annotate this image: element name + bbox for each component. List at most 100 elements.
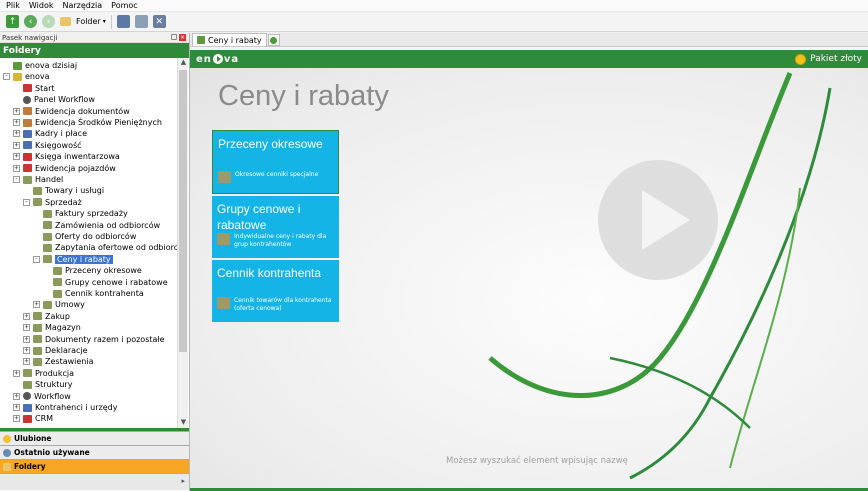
navigation-sections: Ulubione Ostatnio używane Foldery ▸ <box>0 428 189 491</box>
pin-icon[interactable] <box>171 34 177 40</box>
ledger-icon <box>23 141 32 150</box>
tree-item[interactable]: + Umowy <box>33 299 85 310</box>
tree-item[interactable]: + Produkcja <box>13 368 74 379</box>
navigation-pane-title: Pasek nawigacji <box>2 33 58 42</box>
configure-sections-icon[interactable]: ▸ <box>181 477 185 485</box>
enova-logo: en va <box>196 53 240 65</box>
tree-item[interactable]: + Ewidencja pojazdów <box>13 163 116 174</box>
up-arrow-icon[interactable]: ↑ <box>6 15 19 28</box>
tree-item[interactable]: + Zakup <box>23 311 70 322</box>
section-ulubione[interactable]: Ulubione <box>0 431 189 445</box>
tree-item[interactable]: + Zestawienia <box>23 356 94 367</box>
tree-item-label: Oferty do odbiorców <box>55 232 137 241</box>
tree-item[interactable]: + Kontrahenci i urzędy <box>13 402 117 413</box>
section-foldery[interactable]: Foldery <box>0 459 189 473</box>
tree-scrollbar[interactable]: ▲ ▼ <box>177 58 188 428</box>
chevron-down-icon[interactable]: ▾ <box>103 18 106 25</box>
expand-icon[interactable]: + <box>23 358 30 366</box>
tree-item[interactable]: + Ewidencja Środków Pieniężnych <box>13 117 162 128</box>
menu-narzedzia[interactable]: Narzędzia <box>62 1 102 10</box>
expand-icon[interactable]: + <box>13 153 20 161</box>
expand-icon[interactable]: + <box>13 369 20 377</box>
tile-przeceny-okresowe[interactable]: Przeceny okresowe Okresowe cenniki specj… <box>212 130 339 194</box>
tree-item[interactable]: Struktury <box>13 379 72 390</box>
expand-icon[interactable]: + <box>13 404 20 411</box>
folder-icon <box>60 17 71 26</box>
tree-item[interactable]: + Kadry i płace <box>13 128 87 139</box>
tree-item[interactable]: enova dzisiaj <box>3 60 77 71</box>
collapse-icon[interactable]: - <box>33 255 40 263</box>
tree-item[interactable]: Panel Workflow <box>13 94 95 105</box>
expand-icon[interactable]: + <box>13 119 20 126</box>
collapse-icon[interactable]: - <box>23 198 30 206</box>
tree-item[interactable]: + Ewidencja dokumentów <box>13 106 130 117</box>
forward-icon[interactable]: › <box>42 15 55 28</box>
tree-item[interactable]: + Deklaracje <box>23 345 88 356</box>
package-badge[interactable]: Pakiet złoty <box>795 53 862 65</box>
layout-icon[interactable] <box>134 15 148 28</box>
tree-item[interactable]: + CRM <box>13 413 53 424</box>
tree-item[interactable]: Cennik kontrahenta <box>43 288 144 299</box>
green-swoosh <box>629 87 832 480</box>
expand-icon[interactable]: + <box>13 141 20 149</box>
collapse-icon[interactable]: - <box>3 73 10 81</box>
scrollbar-thumb[interactable] <box>179 70 187 352</box>
tree-item[interactable]: Zapytania ofertowe od odbiorców <box>33 242 177 253</box>
folder-icon <box>53 278 62 287</box>
tree-item[interactable]: Oferty do odbiorców <box>33 231 136 242</box>
expand-icon[interactable]: + <box>13 392 20 400</box>
menu-bar: Plik Widok Narzędzia Pomoc <box>0 0 868 12</box>
expand-icon[interactable]: + <box>23 335 30 343</box>
folder-icon <box>3 462 11 471</box>
folder-dropdown[interactable]: Folder <box>76 17 101 26</box>
new-tab-button[interactable] <box>267 34 280 46</box>
tree-item-label: Ewidencja pojazdów <box>35 163 116 173</box>
tree-item[interactable]: - Handel <box>13 174 63 185</box>
close-icon[interactable]: × <box>179 34 186 41</box>
tree-item[interactable]: + Dokumenty razem i pozostałe <box>23 334 165 345</box>
tree-item[interactable]: Towary i usługi <box>23 185 104 196</box>
tree-item[interactable]: Przeceny okresowe <box>43 265 142 276</box>
expand-icon[interactable]: + <box>13 130 20 138</box>
header-bar: en va Pakiet złoty <box>190 50 868 68</box>
inventory-icon <box>23 152 32 161</box>
scroll-down-icon[interactable]: ▼ <box>178 418 189 428</box>
package-label: Pakiet złoty <box>810 54 862 64</box>
window-icon[interactable] <box>116 15 130 28</box>
tile-cennik-kontrahenta[interactable]: Cennik kontrahenta Cennik towarów dla ko… <box>212 260 339 322</box>
menu-plik[interactable]: Plik <box>6 1 20 10</box>
tree-item[interactable]: + Księgowość <box>13 140 82 151</box>
collapse-icon[interactable]: - <box>13 176 20 183</box>
section-ostatnio-uzywane[interactable]: Ostatnio używane <box>0 445 189 459</box>
tree-item[interactable]: + Workflow <box>13 391 71 402</box>
people-icon <box>23 403 32 412</box>
tree-item[interactable]: Faktury sprzedaży <box>33 208 128 219</box>
book-icon <box>23 107 32 116</box>
tree-item[interactable]: + Księga inwentarzowa <box>13 151 120 162</box>
menu-pomoc[interactable]: Pomoc <box>111 1 138 10</box>
expand-icon[interactable]: + <box>23 347 30 354</box>
menu-widok[interactable]: Widok <box>29 1 54 10</box>
tile-subtitle-row: Cennik towarów dla kontrahenta (oferta c… <box>217 297 336 313</box>
expand-icon[interactable]: + <box>13 415 20 423</box>
search-hint: Możesz wyszukać element wpisując nazwę <box>446 456 628 466</box>
expand-icon[interactable]: + <box>23 312 30 320</box>
scroll-up-icon[interactable]: ▲ <box>178 58 189 68</box>
expand-icon[interactable]: + <box>33 301 40 309</box>
tree-item[interactable]: - enova <box>3 71 50 82</box>
tools-icon[interactable]: ✕ <box>152 15 166 28</box>
tree-item[interactable]: Zamówienia od odbiorców <box>33 220 160 231</box>
tab-ceny-i-rabaty[interactable]: Ceny i rabaty <box>192 33 267 46</box>
expand-icon[interactable]: + <box>23 324 30 332</box>
tree-item[interactable]: Start <box>13 83 55 94</box>
folder-icon <box>23 380 32 389</box>
expand-icon[interactable]: + <box>13 164 20 172</box>
expand-icon[interactable]: + <box>13 107 20 115</box>
back-icon[interactable]: ‹ <box>24 15 37 28</box>
tree-item[interactable]: Grupy cenowe i rabatowe <box>43 277 168 288</box>
tile-grupy-cenowe[interactable]: Grupy cenowe i rabatowe Indywidualne cen… <box>212 196 339 258</box>
tree-item[interactable]: - Sprzedaż <box>23 197 82 208</box>
folder-icon <box>33 312 42 321</box>
tree-item[interactable]: - Ceny i rabaty <box>33 254 113 265</box>
tree-item[interactable]: + Magazyn <box>23 322 81 333</box>
